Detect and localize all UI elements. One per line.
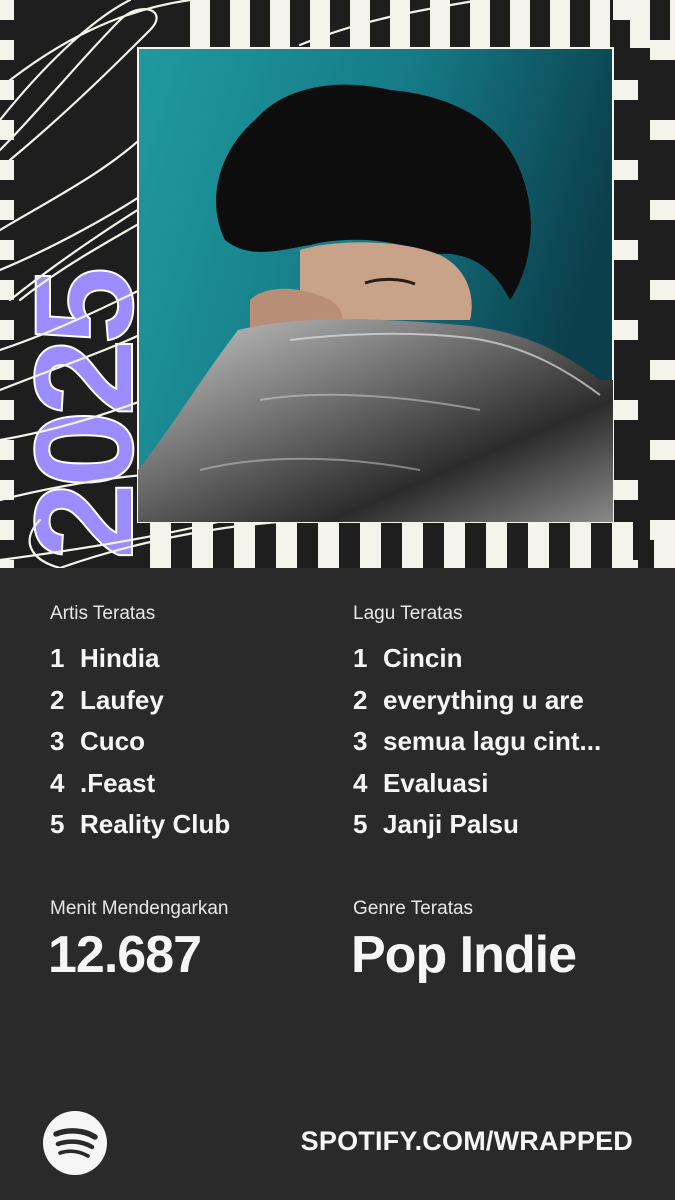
list-item: 3 Cuco bbox=[50, 721, 230, 763]
stripe bbox=[528, 522, 549, 568]
artist-photo bbox=[137, 47, 614, 523]
song-name: Cincin bbox=[383, 643, 463, 674]
stripe bbox=[613, 560, 638, 568]
stripe bbox=[0, 160, 14, 180]
stripe bbox=[470, 0, 490, 48]
stripe bbox=[613, 160, 638, 180]
list-item: 5 Reality Club bbox=[50, 804, 230, 846]
stripe bbox=[510, 0, 530, 48]
stripe bbox=[650, 120, 675, 140]
hero-graphic: 2025 bbox=[0, 0, 675, 568]
stripe bbox=[0, 560, 14, 568]
stripe bbox=[192, 522, 213, 568]
stripe bbox=[650, 440, 675, 460]
genre-label: Genre Teratas bbox=[353, 898, 474, 919]
list-item: 2 everything u are bbox=[353, 680, 601, 722]
stripe bbox=[650, 200, 675, 220]
top-artists-label: Artis Teratas bbox=[50, 603, 156, 624]
stripe bbox=[0, 40, 14, 60]
stripe bbox=[650, 520, 675, 540]
list-item: 1 Hindia bbox=[50, 638, 230, 680]
wrapped-url[interactable]: SPOTIFY.COM/WRAPPED bbox=[301, 1126, 633, 1157]
stripe bbox=[234, 522, 255, 568]
artist-name: .Feast bbox=[80, 767, 156, 798]
stripe bbox=[613, 480, 638, 500]
list-item: 5 Janji Palsu bbox=[353, 804, 601, 846]
rank-number: 2 bbox=[353, 684, 368, 715]
stripe bbox=[590, 0, 610, 48]
stripe bbox=[390, 0, 410, 48]
stripe bbox=[0, 200, 14, 220]
stripe bbox=[0, 240, 14, 260]
song-name: everything u are bbox=[383, 684, 584, 715]
stripe bbox=[360, 522, 381, 568]
stripe bbox=[570, 522, 591, 568]
artist-name: Reality Club bbox=[80, 809, 231, 840]
stripe bbox=[650, 280, 675, 300]
genre-value: Pop Indie bbox=[351, 926, 577, 984]
stripe bbox=[613, 400, 638, 420]
song-name: Janji Palsu bbox=[383, 809, 519, 840]
list-item: 3 semua lagu cint... bbox=[353, 721, 601, 763]
rank-number: 4 bbox=[353, 767, 368, 798]
list-item: 1 Cincin bbox=[353, 638, 601, 680]
top-songs-label: Lagu Teratas bbox=[353, 603, 463, 624]
list-item: 4 .Feast bbox=[50, 763, 230, 805]
rank-number: 2 bbox=[50, 684, 65, 715]
stripe bbox=[230, 0, 250, 48]
stripe bbox=[650, 360, 675, 380]
stripe bbox=[613, 0, 638, 20]
stripe bbox=[613, 80, 638, 100]
top-songs-list: 1 Cincin 2 everything u are 3 semua lagu ci… bbox=[353, 638, 601, 846]
song-name: Evaluasi bbox=[383, 767, 489, 798]
hero-artwork: 2025 bbox=[0, 0, 675, 568]
rank-number: 4 bbox=[50, 767, 65, 798]
rank-number: 5 bbox=[353, 809, 368, 840]
stripe bbox=[190, 0, 210, 48]
stripe bbox=[650, 40, 675, 60]
stripe bbox=[402, 522, 423, 568]
stripe bbox=[613, 240, 638, 260]
top-artists-list: 1 Hindia 2 Laufey 3 Cuco 4 .Feast 5 Reality C… bbox=[50, 638, 230, 846]
minutes-label: Menit Mendengarkan bbox=[50, 898, 229, 919]
rank-number: 3 bbox=[50, 726, 65, 757]
artist-name: Laufey bbox=[80, 684, 164, 715]
rank-number: 5 bbox=[50, 809, 65, 840]
stripe bbox=[444, 522, 465, 568]
spotify-logo-icon bbox=[43, 1111, 107, 1175]
list-item: 2 Laufey bbox=[50, 680, 230, 722]
stripe bbox=[486, 522, 507, 568]
stripe bbox=[270, 0, 290, 48]
stripe bbox=[276, 522, 297, 568]
stripe bbox=[613, 320, 638, 340]
artist-name: Hindia bbox=[80, 643, 160, 674]
rank-number: 3 bbox=[353, 726, 368, 757]
minutes-value: 12.687 bbox=[48, 926, 202, 984]
stripe bbox=[550, 0, 570, 48]
rank-number: 1 bbox=[353, 643, 368, 674]
rank-number: 1 bbox=[50, 643, 65, 674]
list-item: 4 Evaluasi bbox=[353, 763, 601, 805]
song-name: semua lagu cint... bbox=[383, 726, 602, 757]
artist-name: Cuco bbox=[80, 726, 145, 757]
stripe bbox=[0, 0, 14, 20]
stripe bbox=[318, 522, 339, 568]
